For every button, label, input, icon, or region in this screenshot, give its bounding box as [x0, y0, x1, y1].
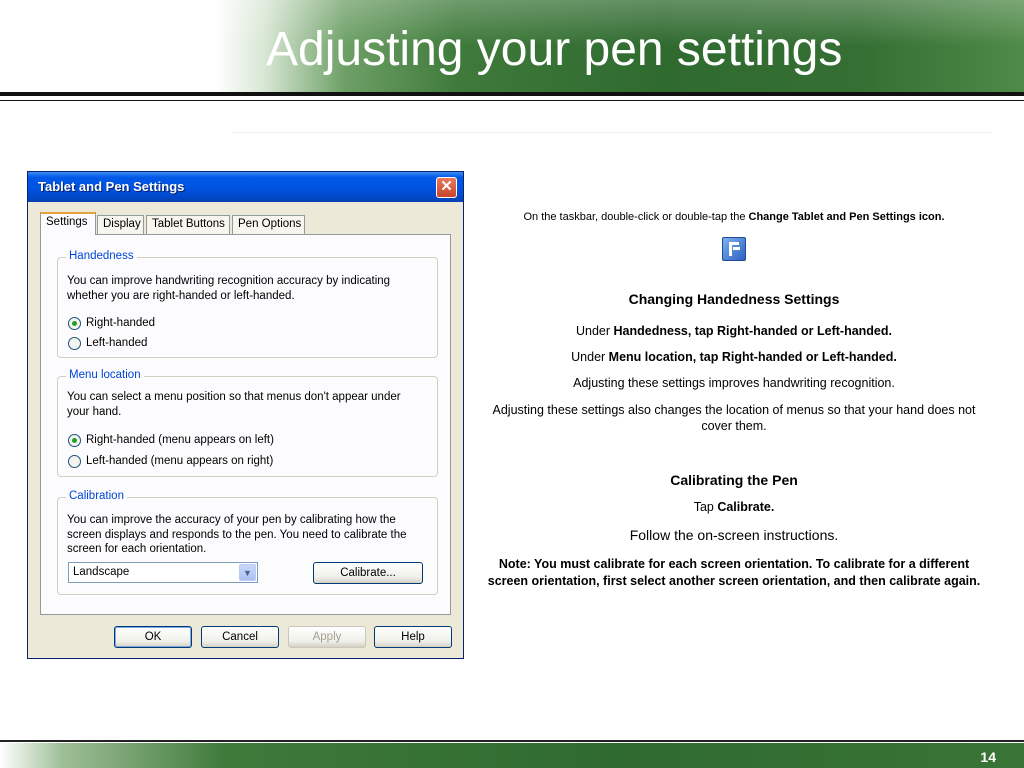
- instruction-line-1: Under Handedness, tap Right-handed or Le…: [575, 324, 892, 338]
- instruction-line-3: Adjusting these settings improves handwr…: [573, 376, 895, 390]
- tablet-pen-settings-dialog: Tablet and Pen Settings ✕ Settings Displ…: [27, 171, 464, 659]
- tab-settings[interactable]: Settings: [40, 212, 96, 235]
- tab-pen-options[interactable]: Pen Options: [232, 215, 305, 234]
- settings-panel: Handedness You can improve handwriting r…: [40, 234, 451, 615]
- menu-location-description: You can select a menu position so that m…: [67, 391, 401, 418]
- menu-location-group: Menu location You can select a menu posi…: [57, 369, 438, 477]
- tablet-pen-settings-icon: [722, 237, 746, 261]
- tab-display[interactable]: Display: [97, 215, 144, 234]
- instruction-line-4: Adjusting these settings also changes th…: [492, 403, 976, 433]
- calibrating-heading: Calibrating the Pen: [670, 472, 798, 488]
- close-icon[interactable]: ✕: [436, 177, 457, 198]
- calibration-group: Calibration You can improve the accuracy…: [57, 490, 438, 595]
- follow-instructions-line: Follow the on-screen instructions.: [629, 527, 839, 543]
- orientation-value: Landscape: [73, 566, 130, 578]
- radio-unselected-icon[interactable]: [68, 455, 81, 468]
- radio-selected-icon[interactable]: [68, 317, 81, 330]
- help-button[interactable]: Help: [374, 626, 452, 648]
- handedness-label: Handedness: [66, 250, 137, 262]
- faint-divider: [232, 132, 992, 133]
- footer-rule: [0, 740, 1024, 742]
- tap-calibrate-line: Tap Calibrate.: [693, 500, 775, 514]
- intro-text: On the taskbar, double-click or double-t…: [523, 211, 945, 223]
- apply-button[interactable]: Apply: [288, 626, 366, 648]
- footer-banner: [0, 743, 1024, 768]
- ok-button[interactable]: OK: [114, 626, 192, 648]
- page-number: 14: [980, 749, 996, 765]
- chevron-down-icon[interactable]: ▼: [239, 564, 256, 581]
- calibration-note: Note: You must calibrate for each screen…: [487, 557, 981, 588]
- calibration-description: You can improve the accuracy of your pen…: [67, 514, 407, 555]
- dialog-titlebar[interactable]: Tablet and Pen Settings ✕: [28, 172, 463, 202]
- radio-unselected-icon[interactable]: [68, 337, 81, 350]
- handedness-heading: Changing Handedness Settings: [628, 291, 840, 307]
- header-rule-thin: [0, 100, 1024, 101]
- header-rule-thick: [0, 92, 1024, 96]
- orientation-select[interactable]: Landscape ▼: [68, 562, 258, 583]
- handedness-group: Handedness You can improve handwriting r…: [57, 250, 438, 358]
- calibration-label: Calibration: [66, 490, 127, 502]
- cancel-button[interactable]: Cancel: [201, 626, 279, 648]
- menu-location-label: Menu location: [66, 369, 144, 381]
- slide-header: Adjusting your pen settings: [0, 0, 1024, 92]
- dialog-title: Tablet and Pen Settings: [38, 179, 185, 194]
- handedness-description: You can improve handwriting recognition …: [67, 275, 391, 302]
- instruction-line-2: Under Menu location, tap Right-handed or…: [571, 350, 897, 364]
- radio-selected-icon[interactable]: [68, 434, 81, 447]
- calibrate-button[interactable]: Calibrate...: [313, 562, 423, 584]
- tab-tablet-buttons[interactable]: Tablet Buttons: [146, 215, 230, 234]
- slide-title: Adjusting your pen settings: [266, 23, 843, 76]
